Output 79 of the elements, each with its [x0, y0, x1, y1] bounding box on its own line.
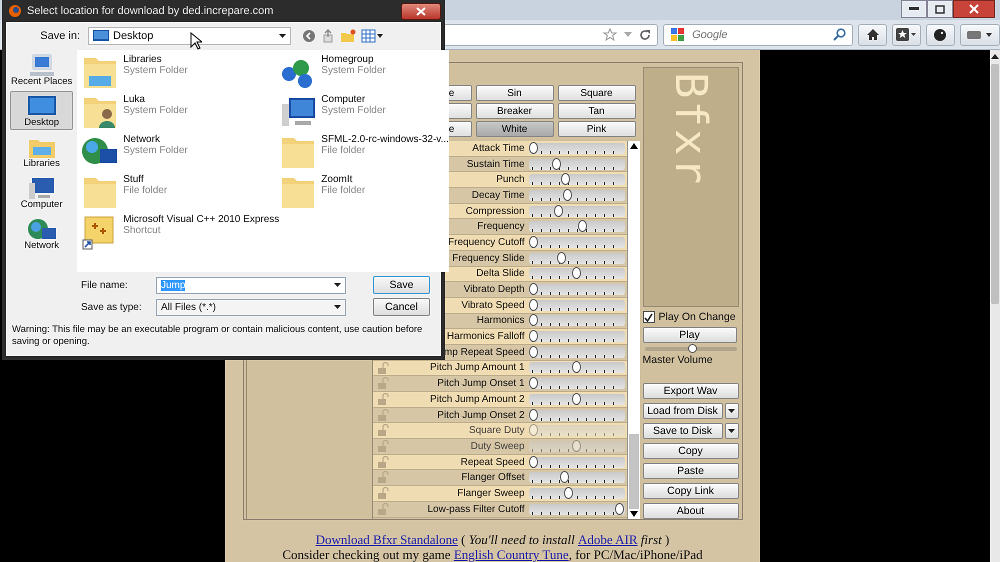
action-button[interactable]: Export Wav: [642, 383, 738, 399]
dialog-title: Select location for download by ded.increpare.com: [27, 5, 274, 17]
slider-label: Compression: [466, 206, 526, 217]
slider-label: Delta Slide: [476, 268, 526, 280]
file-name[interactable]: ZoomIt: [321, 174, 366, 185]
file-name[interactable]: Libraries: [123, 54, 188, 65]
place-item[interactable]: Libraries: [10, 132, 74, 171]
slider-label: Pitch Jump Amount 1: [430, 362, 526, 374]
action-button[interactable]: Load from Disk: [642, 403, 722, 419]
place-item[interactable]: Network: [10, 214, 74, 253]
file-name[interactable]: Luka: [123, 94, 188, 105]
file-name[interactable]: Microsoft Visual C++ 2010 Express: [123, 214, 280, 225]
file-name[interactable]: SFML-2.0-rc-windows-32-v...: [321, 134, 449, 145]
checkbox-label: Play On Change: [658, 311, 736, 323]
file-name[interactable]: Network: [123, 134, 188, 145]
file-name[interactable]: Computer: [321, 94, 386, 105]
save-in-label: Save in:: [39, 30, 81, 42]
file-type: Shortcut: [123, 225, 162, 236]
file-name-label: File name:: [81, 280, 129, 290]
slider-label: Punch: [496, 174, 526, 186]
file-type: File folder: [321, 185, 366, 196]
file-name[interactable]: Homegroup: [321, 54, 386, 65]
waveform-button[interactable]: Breaker: [476, 103, 554, 119]
slider-label: Attack Time: [472, 142, 526, 154]
volume-label: Master Volume: [642, 354, 714, 366]
slider-label: Sustain Time: [466, 158, 526, 170]
file-type: File folder: [321, 145, 366, 156]
slider-label: Decay Time: [472, 190, 526, 201]
logo: Bfxr: [665, 72, 716, 186]
file-name[interactable]: Stuff: [123, 174, 168, 185]
slider-label: Frequency Slide: [452, 252, 526, 264]
warning-text: Warning: This file may be an executable program or contain malicious content, use caution before saving or opening.: [12, 324, 424, 348]
slider-label: Frequency Cutoff: [448, 236, 526, 248]
action-button[interactable]: Copy Link: [642, 483, 738, 499]
save-in-dropdown[interactable]: Desktop: [88, 27, 291, 45]
file-type: System Folder: [123, 65, 188, 76]
waveform-button[interactable]: Pink: [558, 121, 636, 137]
file-type: File folder: [123, 185, 168, 196]
link[interactable]: English Country Tune: [454, 547, 569, 562]
action-button[interactable]: About: [642, 503, 738, 519]
action-button[interactable]: Paste: [642, 463, 738, 479]
slider-label: Low-pass Filter Cutoff: [427, 504, 526, 515]
file-type: System Folder: [123, 145, 188, 156]
waveform-button[interactable]: White: [476, 121, 554, 137]
footer-text: Download Bfxr Standalone ( You'll need to install Adobe AIR first ): [316, 532, 670, 547]
file-type-dropdown[interactable]: All Files (*.*): [156, 298, 346, 316]
slider-label: Vibrato Speed: [461, 300, 526, 311]
place-item[interactable]: Computer: [10, 173, 74, 212]
cancel-button[interactable]: Cancel: [373, 298, 430, 316]
slider-label: Frequency: [477, 221, 526, 232]
search-bar[interactable]: Google: [663, 24, 854, 46]
file-type: System Folder: [321, 65, 386, 76]
action-button[interactable]: Save to Disk: [642, 423, 722, 439]
slider-label: Duty Sweep: [470, 440, 526, 452]
waveform-button[interactable]: Sin: [476, 85, 554, 101]
play-button[interactable]: Play: [642, 327, 736, 343]
save-button[interactable]: Save: [373, 276, 430, 294]
slider-label: Harmonics Falloff: [446, 331, 526, 342]
slider-label: Flanger Offset: [461, 472, 526, 484]
search-input[interactable]: Google: [690, 28, 830, 42]
action-button[interactable]: Copy: [642, 443, 738, 459]
slider-label: Flanger Sweep: [457, 488, 526, 499]
file-type: System Folder: [321, 105, 386, 116]
file-type: System Folder: [123, 105, 188, 116]
save-as-type-label: Save as type:: [81, 302, 143, 312]
slider-label: Repeat Speed: [460, 456, 526, 468]
footer-text: Consider checking out my game English Country Tune, for PC/Mac/iPhone/iPad: [282, 547, 703, 562]
slider-label: Harmonics: [476, 315, 526, 326]
slider-label: Vibrato Depth: [464, 284, 526, 296]
place-item[interactable]: Recent Places: [10, 50, 74, 89]
link[interactable]: Adobe AIR: [578, 532, 638, 547]
waveform-button[interactable]: Square: [558, 85, 636, 101]
slider-label: Pitch Jump Amount 2: [430, 394, 526, 405]
waveform-button[interactable]: Tan: [558, 103, 636, 119]
link[interactable]: Download Bfxr Standalone: [316, 532, 458, 547]
slider-label: Square Duty: [468, 425, 526, 436]
place-item[interactable]: Desktop: [10, 91, 74, 130]
slider-label: Pitch Jump Onset 2: [437, 410, 526, 421]
slider-label: Pitch Jump Onset 1: [437, 378, 526, 390]
